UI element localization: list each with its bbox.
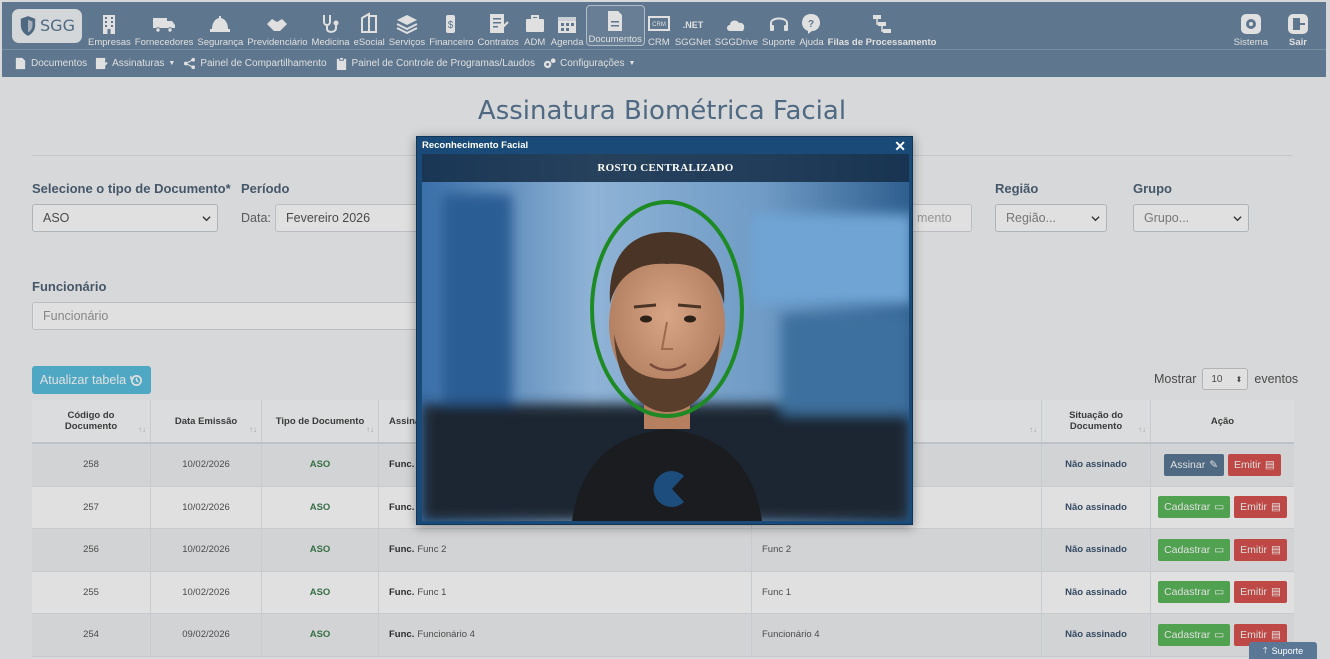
close-icon[interactable]: ✕ [894, 139, 906, 153]
facial-recognition-modal: Reconhecimento Facial ✕ ROSTO CENTRALIZA… [416, 136, 913, 525]
camera-view: ROSTO CENTRALIZADO [422, 154, 909, 521]
arrow-up-icon: 🡑 [1262, 644, 1268, 655]
suporte-floating-tab[interactable]: 🡑 Suporte [1249, 642, 1317, 659]
camera-feed [422, 154, 909, 521]
modal-title: Reconhecimento Facial [422, 140, 529, 151]
face-status-banner: ROSTO CENTRALIZADO [422, 154, 909, 182]
